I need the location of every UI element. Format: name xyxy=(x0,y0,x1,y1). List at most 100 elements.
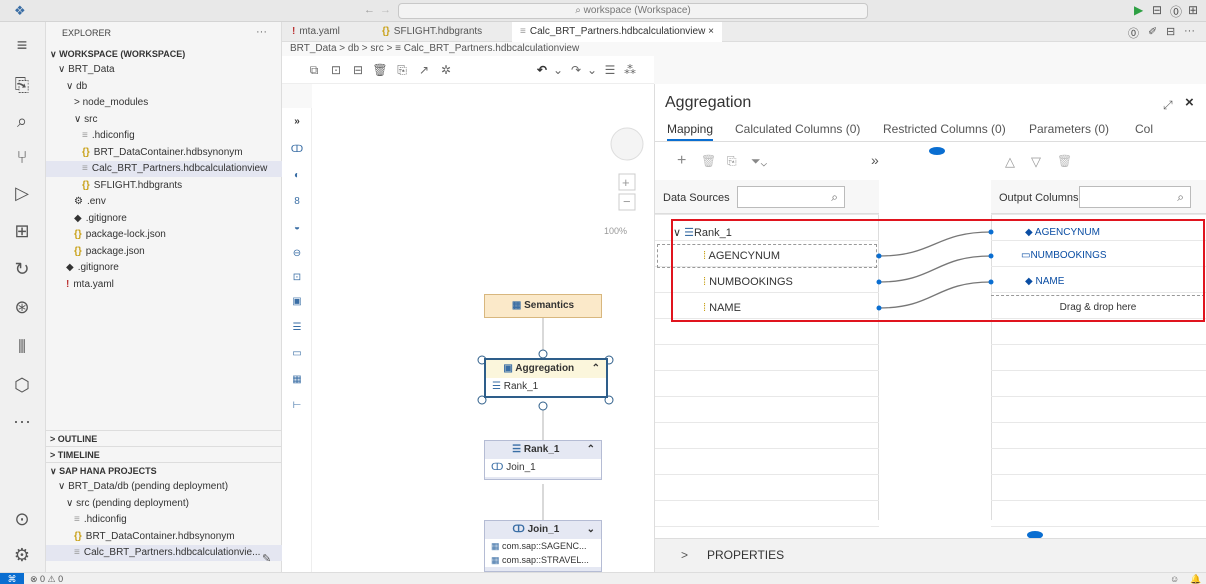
breadcrumb[interactable]: BRT_Data > db > src > ≡ Calc_BRT_Partner… xyxy=(290,42,579,56)
chevron-up-icon[interactable]: ⌃ xyxy=(592,360,600,378)
window-icon[interactable]: ▭ xyxy=(289,346,305,362)
pan-control[interactable] xyxy=(610,127,644,161)
search-icon[interactable]: ⌕ xyxy=(9,108,35,134)
edit-icon[interactable]: ✎ xyxy=(262,552,271,565)
tree-item[interactable]: {} BRT_DataContainer.hdbsynonym xyxy=(46,145,282,161)
explorer-icon[interactable]: ⎘ xyxy=(9,72,35,98)
tree-item[interactable]: ≡ Calc_BRT_Partners.hdbcalculationview xyxy=(46,161,282,177)
collapse-palette-icon[interactable]: » xyxy=(289,114,305,130)
hierarchy-icon[interactable]: ⊢ xyxy=(289,398,305,414)
id-icon[interactable]: ⁂ xyxy=(622,62,638,78)
pin-icon[interactable]: ✐ xyxy=(1148,25,1157,38)
source-control-icon[interactable]: ⑂ xyxy=(9,144,35,170)
forward-arrow-icon[interactable]: → xyxy=(380,4,391,16)
calc-view-canvas[interactable]: + − 100% ▦ Semantics ▣ Aggregation ⌃ ☰ R… xyxy=(312,84,654,572)
sync-icon[interactable]: ↻ xyxy=(9,256,35,282)
chevron-down-icon[interactable]: ⌄ xyxy=(587,521,595,539)
run-icon[interactable]: ▶ xyxy=(1134,3,1143,17)
tree-item[interactable]: ⚙ .env xyxy=(46,194,282,210)
redo-dropdown-icon[interactable]: ⌄ xyxy=(584,62,600,78)
drag-handle-top[interactable] xyxy=(929,147,945,155)
tree-item-label: .gitignore xyxy=(77,262,119,273)
hana-projects-section[interactable]: ∨ SAP HANA PROJECTS xyxy=(46,462,282,478)
tree-item[interactable]: {} SFLIGHT.hdbgrants xyxy=(46,178,282,194)
tree-item[interactable]: ◆ .gitignore xyxy=(46,260,282,276)
delete-icon[interactable]: 🗑 xyxy=(372,62,388,78)
tree-item[interactable]: ◆ .gitignore xyxy=(46,211,282,227)
union-icon[interactable]: 8 xyxy=(289,194,305,210)
library-icon[interactable]: ⫴ xyxy=(9,334,35,360)
notifications-icon[interactable]: 🔔 xyxy=(1190,573,1201,584)
feedback-icon[interactable]: ☺ xyxy=(1170,573,1179,584)
chevron-up-icon[interactable]: ⌃ xyxy=(587,441,595,459)
tree-item[interactable]: {} BRT_DataContainer.hdbsynonym xyxy=(46,529,282,545)
undo-icon[interactable]: ↶ xyxy=(534,62,550,78)
tree-item[interactable]: {} package-lock.json xyxy=(46,227,282,243)
chevron-right-icon: > xyxy=(74,97,83,108)
link-icon[interactable]: ↗ xyxy=(416,62,432,78)
non-equi-join-icon[interactable]: ◐ xyxy=(289,168,305,184)
extensions-icon[interactable]: ⊞ xyxy=(9,218,35,244)
app-logo-icon: ❖ xyxy=(14,3,26,18)
format-icon[interactable]: ☰ xyxy=(602,62,618,78)
remote-icon[interactable]: ⌘ xyxy=(0,573,24,584)
menu-icon[interactable]: ≡ xyxy=(9,32,35,58)
run-debug-icon[interactable]: ▷ xyxy=(9,180,35,206)
deploy-icon[interactable]: ⊛ xyxy=(9,294,35,320)
intersect-icon[interactable]: ⊖ xyxy=(289,246,305,262)
aggregation-node[interactable]: ▣ Aggregation ⌃ ☰ Rank_1 xyxy=(484,358,608,398)
redo-icon[interactable]: ↷ xyxy=(568,62,584,78)
file-type-icon: ≡ xyxy=(74,547,80,558)
aggregation-icon[interactable]: ▣ xyxy=(289,294,305,310)
settings-gear-icon[interactable]: ⚙ xyxy=(9,542,35,568)
semantics-node[interactable]: ▦ Semantics xyxy=(484,294,602,318)
tab-mta-yaml[interactable]: ! mta.yaml xyxy=(284,22,348,42)
properties-section[interactable]: > PROPERTIES xyxy=(655,538,1206,572)
expand-icon[interactable]: ⊡ xyxy=(328,62,344,78)
command-search[interactable]: ⌕ workspace (Workspace) xyxy=(398,3,868,19)
tree-item[interactable]: > node_modules xyxy=(46,95,282,111)
tab-calc-view[interactable]: ≡ Calc_BRT_Partners.hdbcalculationview × xyxy=(512,22,722,42)
minus-icon[interactable]: ◒ xyxy=(289,220,305,236)
copy-icon[interactable]: ⎘ xyxy=(394,62,410,78)
tree-item[interactable]: ≡ Calc_BRT_Partners.hdbcalculationvie... xyxy=(46,545,282,561)
tree-item[interactable]: ∨ BRT_Data xyxy=(46,62,282,78)
tree-item[interactable]: ∨ db xyxy=(46,79,282,95)
auto-layout-icon[interactable]: ⧉ xyxy=(306,62,322,78)
tab-sflight-grants[interactable]: {} SFLIGHT.hdbgrants xyxy=(374,22,490,42)
tree-item[interactable]: ≡ .hdiconfig xyxy=(46,128,282,144)
rank-node[interactable]: ☰ Rank_1 ⌃ ↀ Join_1 xyxy=(484,440,602,480)
settings-icon[interactable]: ✲ xyxy=(438,62,454,78)
graph-icon[interactable]: ⊡ xyxy=(289,270,305,286)
layout-icon[interactable]: ⊟ xyxy=(1152,3,1162,17)
tree-item[interactable]: ! mta.yaml xyxy=(46,277,282,293)
tree-item[interactable]: ≡ .hdiconfig xyxy=(46,512,282,528)
tree-item-label: .gitignore xyxy=(85,212,127,224)
outline-section[interactable]: > OUTLINE xyxy=(46,430,282,446)
table-function-icon[interactable]: ▦ xyxy=(289,372,305,388)
undo-dropdown-icon[interactable]: ⌄ xyxy=(550,62,566,78)
close-tab-icon[interactable]: × xyxy=(708,26,714,37)
join-icon[interactable]: ↀ xyxy=(289,142,305,158)
timeline-section[interactable]: > TIMELINE xyxy=(46,446,282,462)
more-icon[interactable]: ··· xyxy=(9,408,35,434)
tree-item[interactable]: ∨ BRT_Data/db (pending deployment) xyxy=(46,479,282,495)
tree-item[interactable]: {} package.json xyxy=(46,244,282,260)
account-icon[interactable]: ⊙ xyxy=(9,506,35,532)
workspace-header[interactable]: ∨ WORKSPACE (WORKSPACE) xyxy=(46,46,282,62)
collapse-icon[interactable]: ⊟ xyxy=(350,62,366,78)
join-node[interactable]: ↀ Join_1 ⌄ ▦ com.sap::SAGENC... ▦ com.sa… xyxy=(484,520,602,572)
split-editor-icon[interactable]: ⊟ xyxy=(1166,25,1175,38)
info-icon[interactable]: ⓪ xyxy=(1128,25,1139,41)
rank-icon[interactable]: ☰ xyxy=(289,320,305,336)
back-arrow-icon[interactable]: ← xyxy=(364,4,375,16)
problems-count[interactable]: ⊗ 0 ⚠ 0 xyxy=(30,573,63,584)
help-icon[interactable]: ⓪ xyxy=(1170,3,1182,20)
cube-icon[interactable]: ⬡ xyxy=(9,372,35,398)
explorer-more-icon[interactable]: ··· xyxy=(256,26,267,38)
split-icon[interactable]: ⊞ xyxy=(1188,3,1198,17)
editor-more-icon[interactable]: ··· xyxy=(1184,25,1195,37)
tree-item[interactable]: ∨ src xyxy=(46,112,282,128)
tree-item-label: db xyxy=(76,80,88,92)
tree-item[interactable]: ∨ src (pending deployment) xyxy=(46,496,282,512)
